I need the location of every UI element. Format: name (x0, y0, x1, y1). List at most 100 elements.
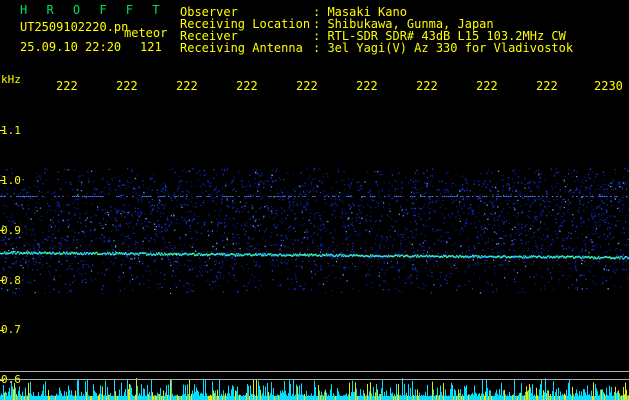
noise-dot (310, 271, 313, 273)
power-bar (358, 396, 359, 400)
power-bar (209, 395, 210, 400)
noise-dot (558, 279, 560, 281)
noise-dot (295, 259, 297, 261)
noise-dot (458, 204, 460, 207)
noise-dot (430, 292, 433, 294)
noise-dot (232, 233, 234, 235)
noise-dot (466, 189, 468, 191)
power-bar (119, 389, 120, 400)
noise-dot (455, 216, 457, 218)
noise-dot (192, 290, 194, 292)
noise-dot (423, 206, 425, 208)
noise-dot (484, 259, 486, 261)
power-bar (68, 385, 69, 400)
noise-dot (210, 250, 213, 253)
noise-dot (73, 236, 75, 238)
noise-dot (558, 229, 560, 231)
noise-dot (176, 205, 178, 207)
noise-dot (520, 253, 522, 255)
noise-dot (125, 187, 127, 189)
noise-dot (423, 172, 425, 174)
noise-dot (450, 273, 453, 275)
noise-dot (521, 288, 523, 290)
noise-dot (466, 182, 468, 184)
noise-dot (513, 269, 515, 271)
noise-dot (101, 288, 103, 290)
noise-dot (532, 225, 534, 227)
noise-dot (279, 248, 281, 250)
noise-dot (149, 177, 151, 179)
noise-dot (320, 251, 322, 253)
noise-dot (577, 210, 579, 212)
noise-dot (294, 230, 296, 232)
noise-dot (300, 172, 302, 174)
upper-line-dot (456, 196, 458, 197)
power-bar (134, 395, 135, 400)
noise-dot (41, 241, 44, 243)
noise-dot (189, 268, 191, 270)
noise-dot (30, 229, 32, 231)
noise-dot (227, 280, 229, 283)
noise-dot (57, 178, 59, 180)
noise-dot (610, 205, 612, 207)
upper-line-dot (250, 196, 252, 197)
noise-dot (543, 201, 546, 203)
noise-dot (218, 190, 220, 192)
noise-dot (400, 205, 402, 207)
noise-dot (304, 282, 306, 284)
noise-dot (517, 292, 519, 294)
noise-dot (303, 192, 305, 194)
noise-dot (571, 192, 573, 194)
noise-dot (444, 251, 447, 253)
noise-dot (255, 286, 257, 288)
noise-dot (360, 188, 362, 190)
power-bar (167, 394, 168, 400)
noise-dot (331, 290, 333, 292)
noise-dot (376, 184, 379, 186)
noise-dot (422, 283, 424, 285)
noise-dot (563, 179, 565, 181)
noise-dot (242, 206, 244, 208)
noise-dot (279, 179, 281, 181)
noise-dot (266, 205, 268, 207)
noise-dot (142, 263, 144, 265)
noise-dot (69, 290, 71, 292)
hrofft-window: H R O F F T UT2509102220.pn meteor 25.09… (0, 0, 629, 400)
noise-dot (154, 260, 156, 262)
power-bar (161, 395, 162, 400)
noise-dot (320, 268, 322, 270)
echo-line-dot (415, 254, 417, 256)
noise-dot (439, 241, 442, 243)
noise-dot (594, 173, 596, 175)
noise-dot (152, 208, 154, 210)
noise-dot (478, 264, 480, 266)
noise-dot (243, 222, 245, 224)
noise-dot (271, 245, 273, 247)
power-bar (3, 385, 4, 400)
noise-dot (546, 236, 549, 238)
power-bar (298, 394, 299, 400)
noise-dot (64, 181, 66, 184)
noise-dot (320, 264, 322, 266)
noise-dot (595, 188, 597, 191)
noise-dot (298, 285, 300, 287)
noise-dot (558, 264, 560, 266)
noise-dot (175, 260, 177, 262)
noise-dot (164, 278, 166, 280)
noise-dot (449, 272, 451, 274)
power-bar (109, 394, 110, 400)
noise-dot (207, 259, 209, 261)
noise-dot (609, 227, 611, 229)
noise-dot (143, 191, 145, 194)
noise-dot (372, 200, 374, 202)
power-bar (199, 395, 200, 400)
noise-dot (410, 221, 412, 223)
noise-dot (619, 183, 621, 185)
noise-dot (204, 261, 206, 263)
noise-dot (107, 211, 109, 213)
noise-dot (59, 258, 61, 261)
noise-dot (178, 223, 180, 225)
noise-dot (601, 283, 604, 285)
noise-dot (44, 292, 46, 295)
power-bar (282, 390, 283, 400)
